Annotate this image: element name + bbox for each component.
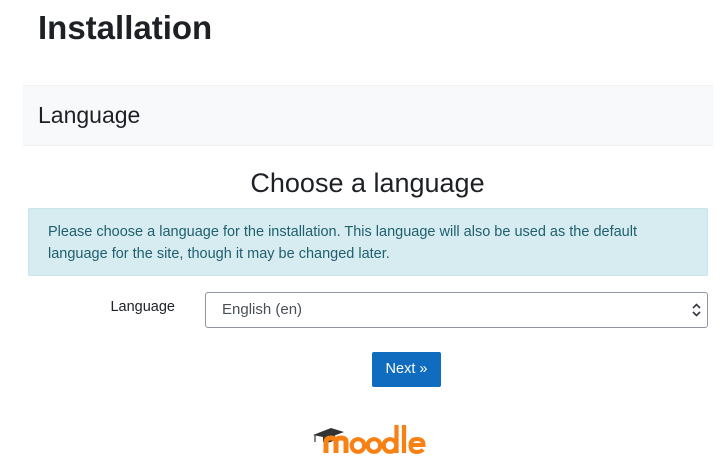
- language-label: Language: [110, 299, 175, 315]
- section-heading: Language: [38, 102, 141, 128]
- moodle-logo: [313, 425, 426, 455]
- select-arrows-icon: [692, 303, 701, 317]
- section-header: Language: [23, 85, 713, 146]
- info-alert-text: Please choose a language for the install…: [48, 224, 637, 262]
- page-title: Installation: [38, 9, 213, 46]
- language-select-value: English (en): [222, 301, 303, 318]
- choose-language-heading: Choose a language: [250, 168, 485, 198]
- language-select[interactable]: English (en): [205, 292, 708, 328]
- installation-page: Installation Language Choose a language …: [0, 0, 727, 471]
- next-button[interactable]: Next »: [372, 352, 441, 387]
- info-alert: Please choose a language for the install…: [28, 208, 708, 276]
